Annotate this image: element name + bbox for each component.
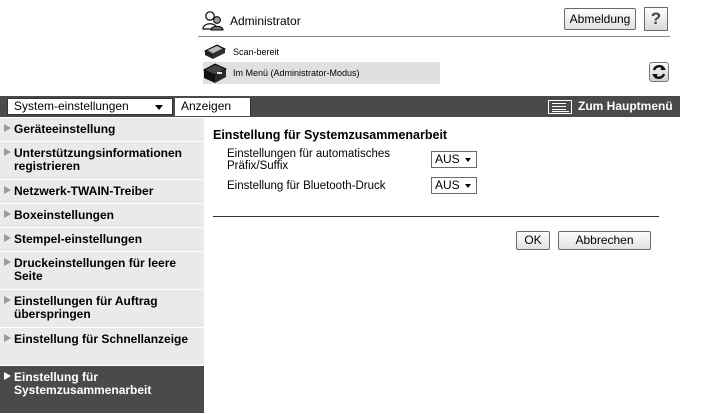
bluetooth-druck-value: AUS — [435, 178, 460, 192]
main-menu-label: Zum Hauptmenü — [578, 99, 673, 113]
help-button[interactable]: ? — [644, 7, 668, 31]
arrow-right-icon — [4, 334, 11, 342]
bluetooth-druck-select[interactable]: AUS — [431, 177, 477, 194]
sidebar-item-label: Unterstützungsinformationen registrieren — [14, 146, 182, 173]
sidebar-item-label: Stempel-einstellungen — [14, 232, 143, 246]
praefix-suffix-select[interactable]: AUS — [431, 151, 477, 168]
sidebar-item-label: Einstellungen für Auftrag überspringen — [14, 294, 158, 321]
sidebar-item-unterstuetzungsinformationen[interactable]: Unterstützungsinformationen registrieren — [0, 142, 204, 180]
sidebar-item-label: Druckeinstellungen für leere Seite — [14, 256, 177, 283]
user-row: Administrator Abmeldung ? — [198, 6, 670, 34]
sidebar-item-boxeinstellungen[interactable]: Boxeinstellungen — [0, 204, 204, 228]
arrow-right-icon — [4, 210, 11, 218]
sidebar-item-label: Netzwerk-TWAIN-Treiber — [14, 184, 154, 198]
setting-label-praefix-suffix: Einstellungen für automatisches Präfix/S… — [227, 148, 391, 172]
sidebar-item-label: Geräteeinstellung — [14, 122, 116, 136]
printer-icon — [202, 62, 228, 84]
arrow-right-icon — [4, 124, 11, 132]
arrow-right-icon — [4, 372, 11, 380]
status-scan-ready: Scan-bereit — [203, 41, 443, 63]
chevron-down-icon — [465, 184, 471, 188]
refresh-icon — [650, 65, 668, 84]
main-menu-icon — [548, 100, 572, 114]
settings-category-select[interactable]: System-einstellungen — [7, 98, 173, 115]
status-menu-mode: Im Menü (Administrator-Modus) — [202, 62, 440, 84]
refresh-button[interactable] — [649, 62, 669, 82]
user-name: Administrator — [230, 14, 301, 28]
page-title: Einstellung für Systemzusammenarbeit — [213, 128, 448, 142]
scanner-icon — [203, 41, 227, 63]
status-scan-text: Scan-bereit — [233, 47, 280, 57]
arrow-right-icon — [4, 296, 11, 304]
arrow-right-icon — [4, 234, 11, 242]
sidebar-item-geraeteeinstellung[interactable]: Geräteeinstellung — [0, 118, 204, 142]
arrow-right-icon — [4, 186, 11, 194]
sidebar-item-label: Einstellung für Schnellanzeige — [14, 332, 189, 346]
chevron-down-icon — [155, 105, 163, 110]
sidebar-item-label: Einstellung für Systemzusammenarbeit — [14, 370, 152, 397]
sidebar-item-stempel-einstellungen[interactable]: Stempel-einstellungen — [0, 228, 204, 252]
logout-button[interactable]: Abmeldung — [564, 8, 636, 30]
ok-button[interactable]: OK — [516, 231, 550, 250]
sidebar-item-label: Boxeinstellungen — [14, 208, 115, 222]
setting-label-bluetooth-druck: Einstellung für Bluetooth-Druck — [227, 180, 386, 192]
content-divider — [213, 216, 659, 217]
administrator-icon — [202, 9, 224, 31]
display-button[interactable]: Anzeigen — [175, 98, 251, 116]
sidebar-item-systemzusammenarbeit[interactable]: Einstellung für Systemzusammenarbeit — [0, 366, 204, 414]
chevron-down-icon — [465, 158, 471, 162]
arrow-right-icon — [4, 148, 11, 156]
arrow-right-icon — [4, 258, 11, 266]
sidebar-item-netzwerk-twain[interactable]: Netzwerk-TWAIN-Treiber — [0, 180, 204, 204]
sidebar-item-druckeinstellungen-leere-seite[interactable]: Druckeinstellungen für leere Seite — [0, 252, 204, 290]
praefix-suffix-value: AUS — [435, 152, 460, 166]
status-menu-text: Im Menü (Administrator-Modus) — [233, 68, 360, 78]
cancel-button[interactable]: Abbrechen — [558, 231, 651, 250]
settings-category-value: System-einstellungen — [14, 99, 129, 113]
sidebar: Geräteeinstellung Unterstützungsinformat… — [0, 118, 204, 414]
sidebar-item-auftrag-ueberspringen[interactable]: Einstellungen für Auftrag überspringen — [0, 290, 204, 328]
header-divider — [198, 36, 670, 37]
sidebar-item-schnellanzeige[interactable]: Einstellung für Schnellanzeige — [0, 328, 204, 366]
